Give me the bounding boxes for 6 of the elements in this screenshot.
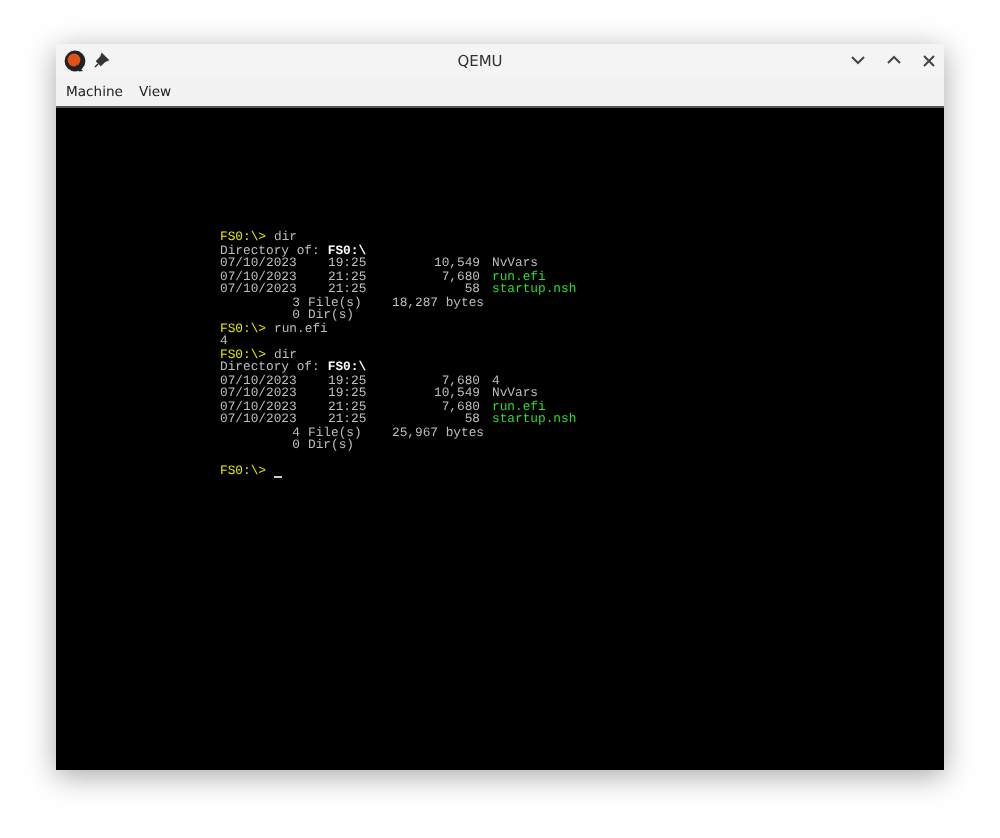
maximize-icon[interactable] bbox=[886, 54, 902, 66]
minimize-icon[interactable] bbox=[850, 54, 866, 66]
close-icon[interactable] bbox=[922, 53, 936, 67]
cursor bbox=[274, 476, 283, 478]
app-logo-icon bbox=[64, 49, 86, 71]
pin-icon[interactable] bbox=[94, 52, 110, 68]
